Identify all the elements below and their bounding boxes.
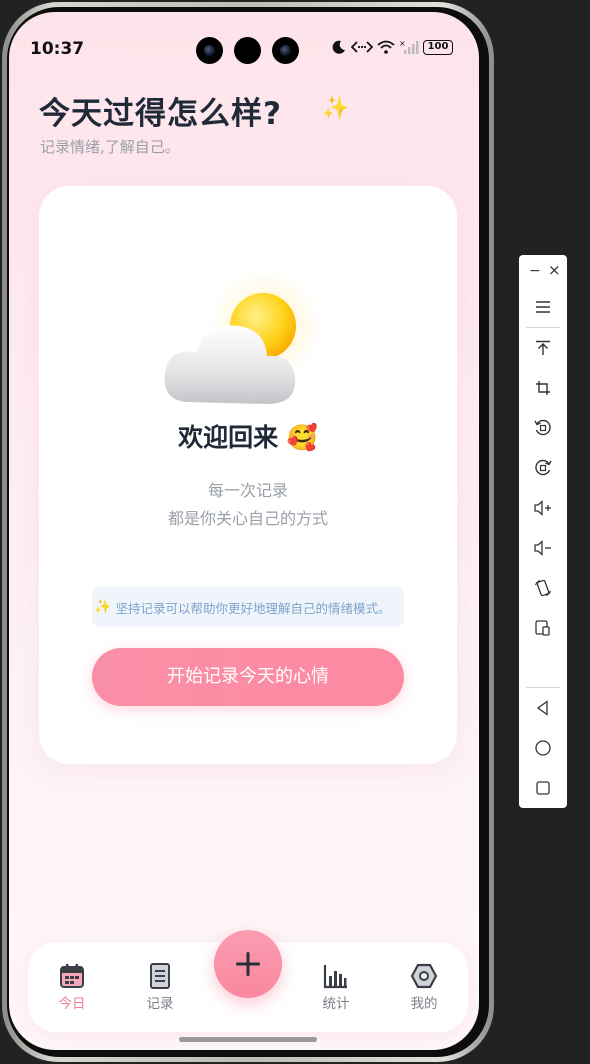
camera-icon [272,37,299,64]
calendar-icon [60,964,84,988]
rotate-device-icon[interactable] [519,572,567,604]
toolbar-divider [526,327,560,328]
sparkle-icon: ✨ [322,96,350,121]
status-time: 10:37 [30,39,85,59]
signal-icon: × [399,40,419,54]
tab-stats[interactable]: 统计 [301,962,371,1012]
page-title: 今天过得怎么样? [39,96,282,132]
crop-icon[interactable] [519,372,567,404]
camera-icon [196,37,223,64]
home-indicator[interactable] [179,1037,317,1042]
moon-icon [332,40,345,54]
status-icons: × 100 [331,39,453,55]
tab-label: 记录 [146,996,174,1012]
camera-cutout [234,37,261,64]
wifi-icon [377,40,395,54]
tab-label: 我的 [410,996,438,1012]
plus-icon [236,952,260,976]
close-button[interactable]: × [548,261,561,279]
screenshot-icon[interactable] [519,612,567,644]
tip-banner: ✨ 坚持记录可以帮助你更好地理解自己的情绪模式。 [92,587,404,627]
volume-up-icon[interactable] [519,492,567,524]
emulator-toolbar: − × [519,255,567,808]
welcome-text-line2: 都是你关心自己的方式 [167,509,328,528]
volume-down-icon[interactable] [519,532,567,564]
toolbar-divider [526,687,560,688]
data-transfer-icon [351,41,373,53]
welcome-text-line1: 每一次记录 [207,481,288,500]
svg-text:×: × [399,40,406,48]
add-mood-button[interactable] [214,930,282,998]
phone-screen: 10:37 × 100 今天过得怎么样? ✨ 记录情绪,了解自己。 欢迎回来 🥰… [9,12,479,1050]
tab-label: 今日 [58,996,86,1012]
recents-icon[interactable] [519,772,567,804]
sparkle-icon: ✨ [94,599,112,615]
back-icon[interactable] [519,692,567,724]
pin-top-icon[interactable] [519,332,567,364]
tab-today[interactable]: 今日 [37,962,107,1012]
battery-icon: 100 [423,39,453,55]
rotate-right-icon[interactable] [519,452,567,484]
status-bar: 10:37 × 100 [9,12,479,66]
welcome-card: 欢迎回来 🥰 每一次记录 都是你关心自己的方式 ✨ 坚持记录可以帮助你更好地理解… [39,186,457,764]
start-recording-button[interactable]: 开始记录今天的心情 [92,648,404,706]
welcome-heading: 欢迎回来 🥰 [178,423,318,452]
home-icon[interactable] [519,732,567,764]
tab-records[interactable]: 记录 [125,962,195,1012]
sun-cloud-icon [164,274,323,404]
bar-chart-icon [323,965,347,989]
minimize-button[interactable]: − [529,263,541,279]
tab-mine[interactable]: 我的 [389,962,459,1012]
menu-icon[interactable] [519,291,567,323]
tip-text: 坚持记录可以帮助你更好地理解自己的情绪模式。 [115,600,391,616]
tab-label: 统计 [322,996,350,1012]
page-subtitle: 记录情绪,了解自己。 [40,138,180,156]
document-icon [150,963,170,989]
rotate-left-icon[interactable] [519,412,567,444]
hexagon-icon [410,963,438,989]
